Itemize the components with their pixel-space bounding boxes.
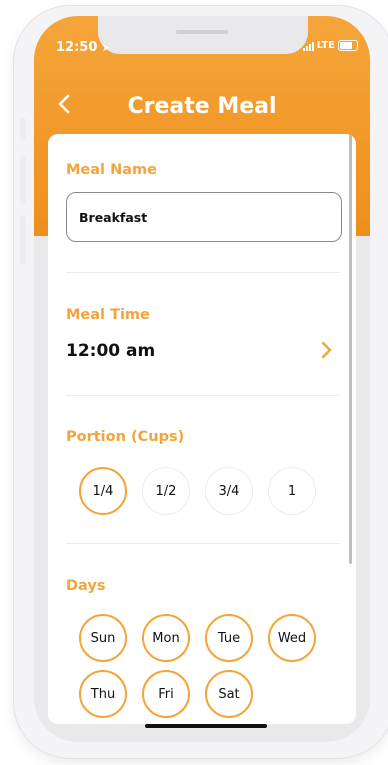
portion-option-1-2[interactable]: 1/2 (142, 467, 190, 515)
day-mon[interactable]: Mon (142, 614, 190, 662)
meal-form-card: Meal Name Breakfast Meal Time 12:00 am P… (48, 134, 356, 724)
status-bar-right: LTE (302, 40, 358, 51)
divider (66, 272, 340, 273)
portion-option-label: 1/2 (155, 483, 177, 499)
portion-option-label: 1/4 (92, 483, 114, 499)
meal-time-value[interactable]: 12:00 am (66, 341, 155, 361)
status-time-text: 12:50 (56, 40, 98, 55)
meal-name-input[interactable]: Breakfast (66, 192, 342, 242)
portion-option-label: 3/4 (218, 483, 240, 499)
day-label: Sat (218, 686, 240, 702)
day-label: Fri (158, 686, 174, 702)
day-label: Wed (277, 630, 307, 646)
side-button (20, 156, 26, 204)
day-fri[interactable]: Fri (142, 670, 190, 718)
day-sat[interactable]: Sat (205, 670, 253, 718)
day-label: Sun (90, 630, 116, 646)
day-label: Tue (217, 630, 241, 646)
meal-name-value: Breakfast (79, 209, 148, 225)
day-tue[interactable]: Tue (205, 614, 253, 662)
day-sun[interactable]: Sun (79, 614, 127, 662)
day-thu[interactable]: Thu (79, 670, 127, 718)
battery-icon (338, 40, 358, 51)
side-button (20, 118, 26, 140)
portion-option-1-4[interactable]: 1/4 (79, 467, 127, 515)
location-arrow-icon: ➤ (101, 43, 111, 54)
signal-icon (302, 41, 314, 51)
side-button (20, 216, 26, 264)
chevron-right-icon[interactable] (314, 338, 338, 362)
day-label: Thu (90, 686, 116, 702)
divider (66, 543, 340, 544)
day-wed[interactable]: Wed (268, 614, 316, 662)
notch (98, 16, 308, 54)
scrollbar[interactable] (349, 134, 352, 564)
page-title: Create Meal (127, 94, 277, 119)
divider (66, 395, 340, 396)
portion-label: Portion (Cups) (66, 429, 185, 445)
home-indicator[interactable] (145, 724, 267, 728)
status-bar-time: 12:50 ➤ (56, 40, 110, 55)
meal-time-label: Meal Time (66, 307, 150, 323)
days-label: Days (66, 578, 106, 594)
network-label: LTE (316, 40, 335, 51)
portion-option-1[interactable]: 1 (268, 467, 316, 515)
meal-name-label: Meal Name (66, 162, 157, 178)
day-label: Mon (152, 630, 180, 646)
portion-option-label: 1 (287, 483, 297, 499)
app-screen: 12:50 ➤ LTE Create Meal Meal Name Breakf… (34, 16, 370, 742)
portion-option-3-4[interactable]: 3/4 (205, 467, 253, 515)
